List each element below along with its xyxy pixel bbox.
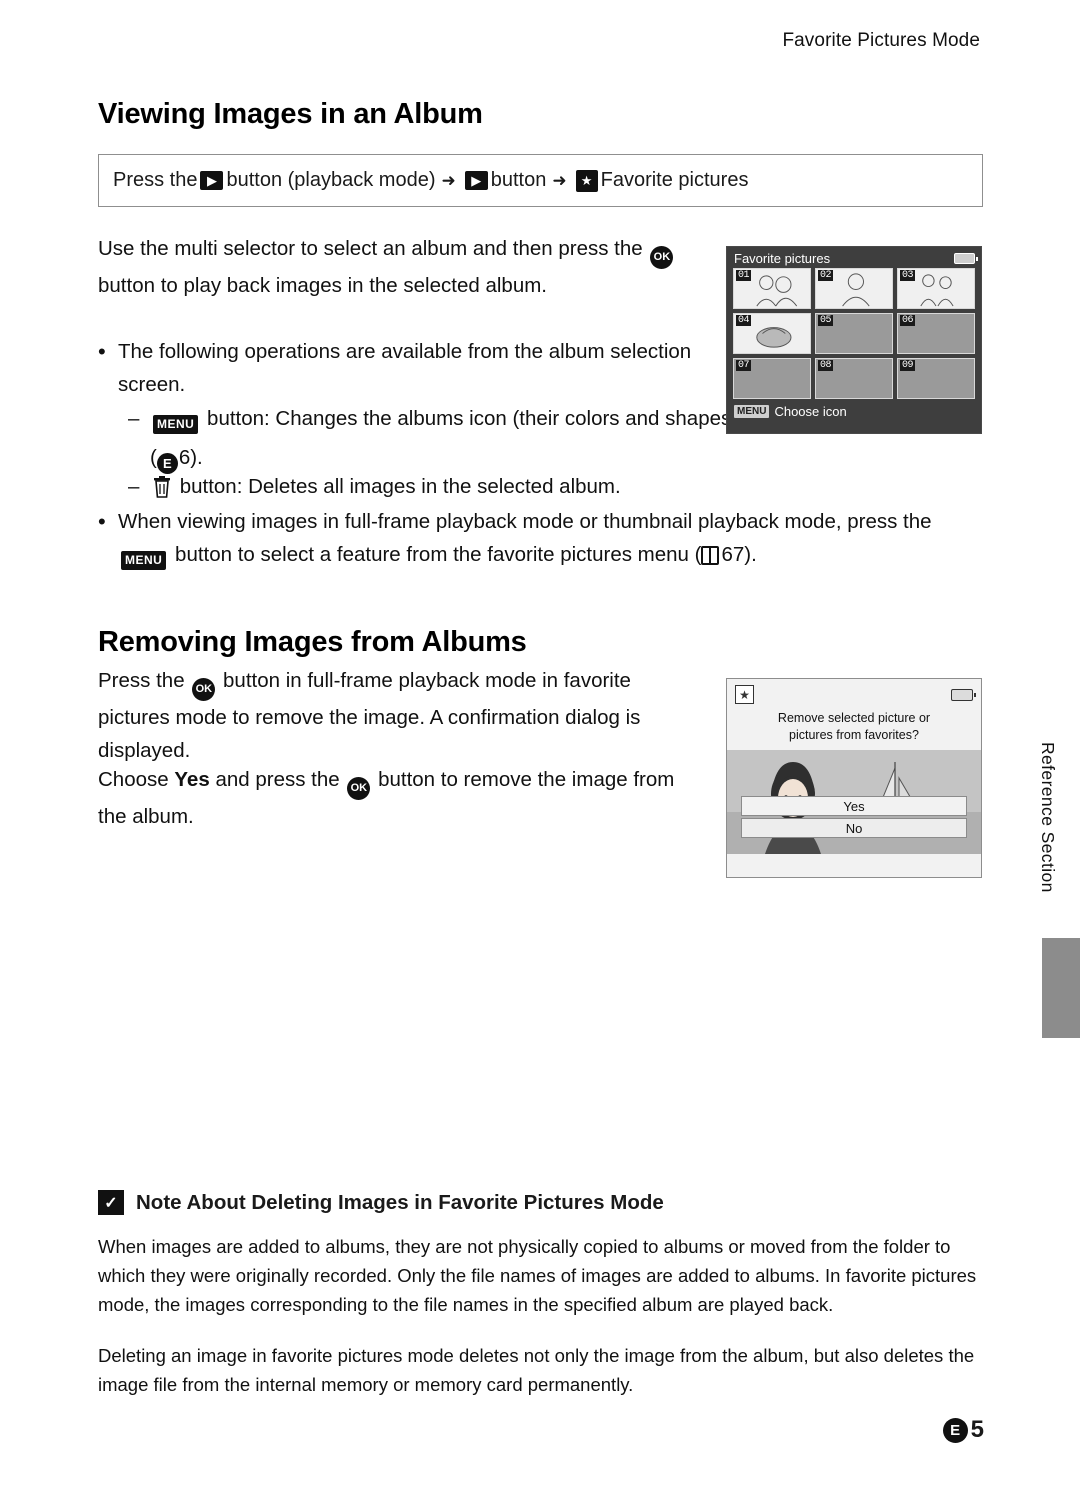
album-cell[interactable]: 04 — [733, 313, 811, 354]
dash-1: – — [128, 407, 140, 430]
favorite-pictures-icon: ★ — [575, 169, 598, 192]
removing-p1-part1: Press the — [98, 669, 185, 692]
album-cell-number: 02 — [818, 270, 834, 281]
album-cell[interactable]: 09 — [897, 358, 975, 399]
bullet-dot-1: • — [98, 339, 106, 364]
bullet-2-refnum: 67 — [721, 543, 745, 566]
album-cell[interactable]: 02 — [815, 268, 893, 309]
page-title-viewing: Viewing Images in an Album — [98, 98, 483, 130]
viewing-subitem-delete: – button: Deletes all images in the sele… — [128, 470, 768, 503]
dash-2: – — [128, 475, 140, 498]
album-cell-number: 09 — [900, 360, 916, 371]
album-screen-footer: MENU Choose icon — [727, 404, 981, 419]
path-mid2: button — [490, 169, 547, 191]
ok-button-icon: OK — [650, 246, 674, 269]
play-button-icon-2: ▶ — [464, 171, 488, 190]
album-cell[interactable]: 03 — [897, 268, 975, 309]
confirm-message: Remove selected picture or pictures from… — [727, 707, 981, 750]
album-thumbnail-grid: 01 02 03 04 05 06 07 08 09 — [727, 268, 981, 399]
a-reference-icon — [701, 546, 720, 565]
note-heading: ✓ Note About Deleting Images in Favorite… — [98, 1190, 664, 1215]
bullet-2-text1: When viewing images in full-frame playba… — [118, 510, 932, 533]
album-cell[interactable]: 07 — [733, 358, 811, 399]
album-selection-screenshot: Favorite pictures 01 02 03 04 05 06 07 0… — [726, 246, 982, 434]
note-body: When images are added to albums, they ar… — [98, 1232, 984, 1421]
subitem-menu-refnum: 6 — [178, 446, 191, 469]
removing-p2-part2: and press the — [215, 768, 340, 791]
album-cell[interactable]: 05 — [815, 313, 893, 354]
album-cell[interactable]: 08 — [815, 358, 893, 399]
bullet-2-text3: ). — [744, 543, 757, 566]
section-side-tab-label: Reference Section — [1038, 742, 1058, 893]
note-caution-icon: ✓ — [98, 1190, 124, 1215]
note-paragraph-2: Deleting an image in favorite pictures m… — [98, 1345, 975, 1395]
play-button-icon: ▶ — [200, 171, 224, 190]
note-title: Note About Deleting Images in Favorite P… — [136, 1190, 664, 1214]
section-side-tab-marker — [1042, 938, 1080, 1038]
arrow-icon-2: ➜ — [552, 170, 567, 190]
arrow-icon-1: ➜ — [441, 170, 456, 190]
bullet-dot-2: • — [98, 509, 106, 534]
album-cell-number: 08 — [818, 360, 834, 371]
viewing-subitem-menu: – MENU button: Changes the albums icon (… — [128, 402, 748, 474]
album-cell-number: 04 — [736, 315, 752, 326]
ok-button-icon-2: OK — [192, 678, 216, 701]
viewing-intro-paragraph: Use the multi selector to select an albu… — [98, 232, 718, 302]
subitem-menu-text1: button: Changes the albums icon (their c… — [150, 407, 739, 469]
confirm-screen-header: ★ — [727, 679, 981, 707]
path-suffix: Favorite pictures — [600, 169, 749, 191]
menu-chip-icon: MENU — [734, 405, 770, 418]
subitem-menu-text2: ). — [190, 446, 203, 469]
yes-keyword: Yes — [174, 768, 210, 791]
confirm-message-line1: Remove selected picture or — [777, 711, 931, 725]
removing-paragraph-1: Press the OK button in full-frame playba… — [98, 664, 698, 767]
preview-photo: Yes No — [727, 750, 981, 854]
trash-icon — [153, 476, 171, 498]
note-paragraph-1: When images are added to albums, they ar… — [98, 1236, 977, 1315]
subitem-delete-text: button: Deletes all images in the select… — [179, 475, 621, 498]
album-cell[interactable]: 06 — [897, 313, 975, 354]
album-cell[interactable]: 01 — [733, 268, 811, 309]
viewing-bullet-2: • When viewing images in full-frame play… — [98, 505, 988, 577]
favorite-star-icon: ★ — [735, 685, 754, 704]
album-cell-number: 07 — [736, 360, 752, 371]
choose-icon-label: Choose icon — [774, 404, 847, 419]
viewing-bullet-1: • The following operations are available… — [98, 335, 738, 401]
ok-button-icon-3: OK — [347, 777, 371, 800]
album-cell-number: 03 — [900, 270, 916, 281]
running-head: Favorite Pictures Mode — [782, 30, 980, 51]
battery-icon-2 — [951, 688, 976, 701]
bullet-2-text2: button to select a feature from the favo… — [175, 543, 702, 566]
confirm-message-line2: pictures from favorites? — [789, 728, 919, 742]
page-title-removing: Removing Images from Albums — [98, 626, 527, 658]
viewing-intro-part1: Use the multi selector to select an albu… — [98, 237, 643, 260]
remove-confirm-screenshot: ★ Remove selected picture or pictures fr… — [726, 678, 982, 878]
removing-p2-part1: Choose — [98, 768, 169, 791]
menu-button-icon-2: MENU — [121, 551, 167, 570]
album-cell-number: 05 — [818, 315, 834, 326]
album-screen-header: Favorite pictures — [727, 247, 981, 268]
e-reference-icon-footer: E — [942, 1417, 968, 1443]
battery-icon — [954, 253, 978, 264]
yes-button[interactable]: Yes — [741, 796, 967, 816]
menu-button-icon: MENU — [153, 415, 199, 434]
viewing-intro-part2: button to play back images in the select… — [98, 274, 547, 297]
album-cell-number: 01 — [736, 270, 752, 281]
no-button[interactable]: No — [741, 818, 967, 838]
navigation-path-box: Press the ▶ button (playback mode) ➜ ▶ b… — [98, 154, 983, 207]
path-mid1: button (playback mode) — [226, 169, 436, 191]
album-screen-title: Favorite pictures — [734, 251, 831, 266]
removing-paragraph-2: Choose Yes and press the OK button to re… — [98, 763, 698, 833]
path-prefix: Press the — [113, 169, 198, 191]
page-number-value: 5 — [970, 1416, 984, 1443]
page-number: E 5 — [942, 1416, 984, 1444]
bullet-1-text: The following operations are available f… — [118, 340, 692, 396]
album-cell-number: 06 — [900, 315, 916, 326]
